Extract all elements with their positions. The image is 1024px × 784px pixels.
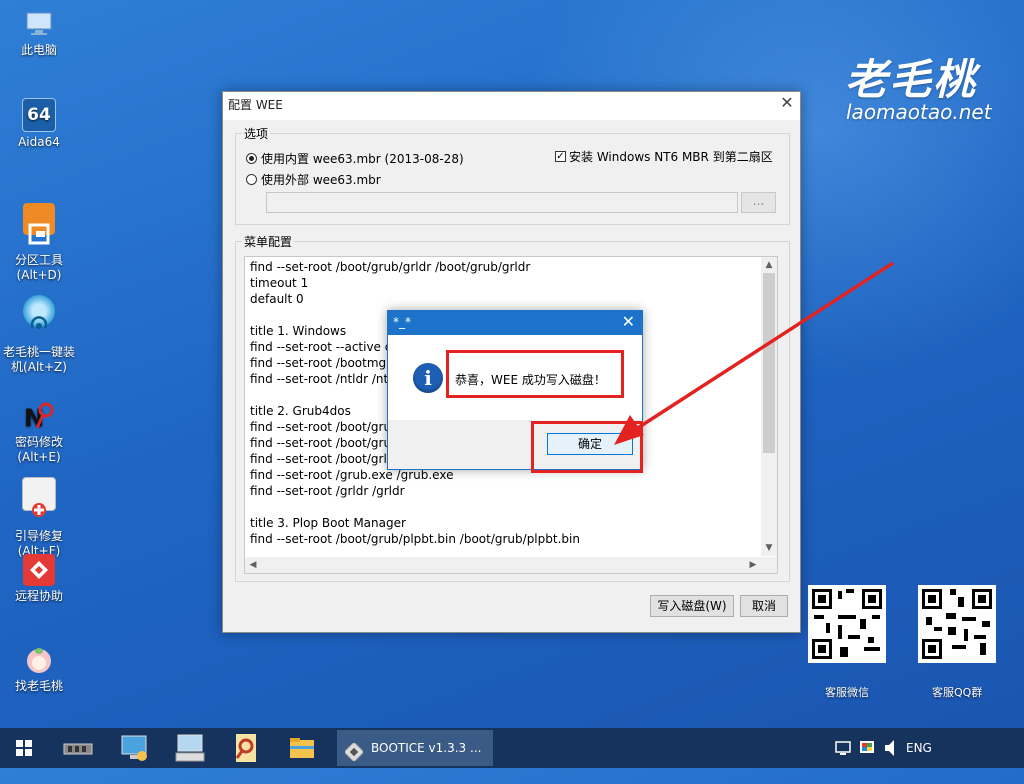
folder-icon — [290, 738, 314, 758]
partition-tool-icon — [23, 203, 55, 245]
menu-config-line: default 0 — [250, 292, 304, 306]
checkmark-icon: ✓ — [555, 151, 566, 162]
remote-help-icon — [23, 554, 55, 586]
tray-network-icon[interactable] — [834, 728, 852, 768]
menu-config-line — [250, 499, 580, 515]
radio-builtin-mbr[interactable]: 使用内置 wee63.mbr (2013-08-28) — [246, 150, 464, 167]
scroll-down-icon[interactable]: ▼ — [761, 540, 777, 556]
radio-external-label: 使用外部 wee63.mbr — [261, 173, 381, 187]
radio-unselected-icon — [246, 174, 257, 185]
desktop-icon-label: 密码修改 (Alt+E) — [14, 435, 63, 464]
desktop-icon-label: 此电脑 — [20, 43, 57, 57]
checkbox-nt6-mbr[interactable]: ✓ 安装 Windows NT6 MBR 到第二扇区 — [555, 148, 773, 165]
password-icon: N — [23, 385, 55, 432]
keyboard-monitor-icon — [175, 734, 205, 762]
desktop: 此电脑 64 Aida64 分区工具 (Alt+D) 老毛桃一键装 机(Alt+… — [0, 0, 1024, 728]
tray-volume-icon[interactable] — [882, 728, 900, 768]
qr-label-qq-group: 客服QQ群 — [932, 686, 983, 699]
scroll-right-icon[interactable]: ▶ — [745, 557, 761, 573]
taskbar-file-explorer[interactable] — [282, 730, 322, 766]
desktop-icon-label: 远程协助 — [14, 589, 63, 603]
memory-chip-icon — [63, 743, 93, 755]
taskbar-active-label: BOOTICE v1.3.3 ... — [371, 741, 482, 755]
menu-config-line: find --set-root /grldr /grldr — [250, 484, 405, 498]
magnifier-icon — [235, 734, 256, 762]
aida64-icon: 64 — [22, 98, 56, 132]
monitor-network-icon — [121, 735, 147, 761]
start-button[interactable] — [6, 730, 42, 766]
windows-logo-icon — [16, 740, 32, 756]
tray-display-icon[interactable] — [858, 728, 876, 768]
desktop-icon-label: 分区工具 (Alt+D) — [14, 253, 63, 282]
write-disk-button[interactable]: 写入磁盘(W) — [650, 595, 734, 617]
close-icon: ✕ — [780, 93, 794, 112]
desktop-icon-label: 找老毛桃 — [14, 679, 63, 693]
horizontal-scrollbar[interactable]: ◀ ▶ — [245, 557, 761, 573]
taskbar-keyboard-tool[interactable] — [170, 730, 210, 766]
taskbar-bootice-app[interactable]: BOOTICE v1.3.3 ... — [337, 730, 493, 766]
taskbar-search-tool[interactable] — [226, 730, 266, 766]
taskbar: BOOTICE v1.3.3 ... ENG — [0, 728, 1024, 768]
aida64-badge: 64 — [27, 105, 51, 125]
laomaotao-icon — [23, 644, 55, 676]
computer-icon — [23, 8, 55, 40]
brand-logo-cn: 老毛桃 — [845, 55, 978, 104]
scrollbar-corner — [761, 557, 777, 573]
desktop-icon-computer[interactable]: 此电脑 — [0, 8, 78, 58]
taskbar-network-tool[interactable] — [114, 730, 154, 766]
window-close-button[interactable]: ✕ — [780, 93, 794, 112]
external-mbr-path-input[interactable] — [266, 192, 738, 213]
info-icon: i — [413, 363, 443, 393]
menu-config-legend: 菜单配置 — [242, 233, 295, 250]
menu-config-line: find --set-root /boot/grub/plpbt.bin /bo… — [250, 532, 580, 546]
boot-repair-icon — [22, 477, 56, 517]
menu-config-line: timeout 1 — [250, 276, 309, 290]
brand-logo-url: laomaotao.net — [846, 100, 992, 124]
window-title: 配置 WEE — [223, 92, 800, 120]
menu-config-line: title 3. Plop Boot Manager — [250, 516, 406, 530]
taskbar-memory-tool[interactable] — [58, 730, 98, 766]
menu-config-line: find --set-root /boot/grub/grldr /boot/g… — [250, 260, 531, 274]
cancel-button[interactable]: 取消 — [740, 595, 788, 617]
options-legend: 选项 — [242, 125, 271, 142]
radio-selected-icon — [246, 153, 257, 164]
annotation-arrow-icon — [614, 261, 894, 445]
desktop-icon-laomaotao[interactable]: 找老毛桃 — [0, 644, 78, 694]
qr-code-wechat — [808, 585, 886, 663]
desktop-icon-label: Aida64 — [18, 135, 60, 149]
tray-language[interactable]: ENG — [906, 728, 932, 768]
installer-icon — [23, 295, 55, 329]
browse-button[interactable]: ... — [741, 192, 776, 213]
qr-code-qq-group — [918, 585, 996, 663]
bootice-icon — [343, 739, 365, 763]
radio-builtin-label: 使用内置 wee63.mbr (2013-08-28) — [261, 152, 464, 166]
highlight-message-box — [446, 350, 624, 398]
radio-external-mbr[interactable]: 使用外部 wee63.mbr — [246, 171, 381, 188]
desktop-icon-remote-help[interactable]: 远程协助 — [0, 554, 78, 604]
scroll-left-icon[interactable]: ◀ — [245, 557, 261, 573]
checkbox-nt6-label: 安装 Windows NT6 MBR 到第二扇区 — [569, 150, 773, 164]
qr-label-wechat: 客服微信 — [825, 686, 869, 699]
desktop-icon-aida64[interactable]: 64 Aida64 — [0, 98, 78, 150]
